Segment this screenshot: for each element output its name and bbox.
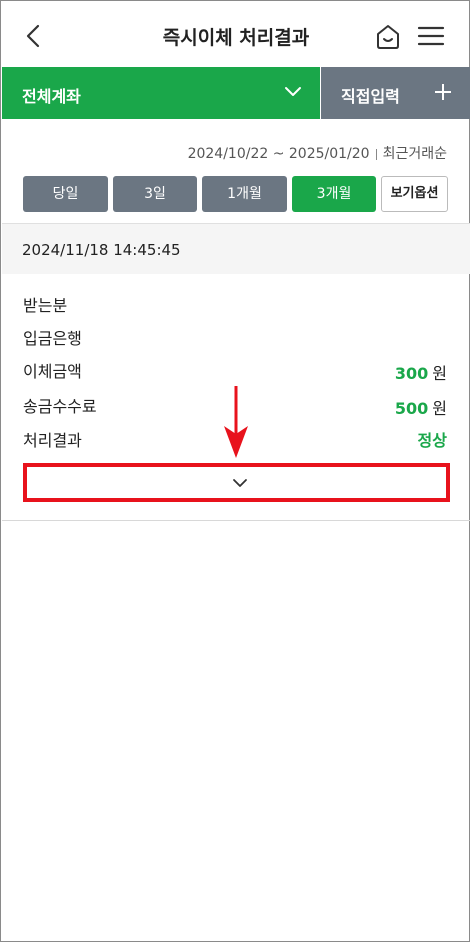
result-label: 처리결과 bbox=[23, 431, 82, 450]
plus-icon bbox=[435, 84, 451, 100]
sort-order[interactable]: 최근거래순 bbox=[383, 146, 447, 162]
transaction-datetime: 2024/11/18 14:45:45 bbox=[22, 241, 181, 259]
account-bar: 전체계좌 직접입력 bbox=[1, 67, 470, 119]
amount-number: 300 bbox=[394, 364, 429, 383]
date-range: 2024/10/22 ~ 2025/01/20 최근거래순 bbox=[188, 143, 447, 163]
recipient-label: 받는분 bbox=[23, 296, 68, 315]
header: 즉시이체 처리결과 bbox=[1, 1, 470, 67]
transaction-date-bar: 2024/11/18 14:45:45 bbox=[2, 224, 470, 274]
fee-number: 500 bbox=[394, 399, 429, 418]
home-icon[interactable] bbox=[374, 21, 402, 51]
screen-frame: 즉시이체 처리결과 전체계좌 직접입력 2024/10/22 ~ 2025/01… bbox=[0, 0, 470, 942]
amount-label: 이체금액 bbox=[23, 362, 82, 381]
amount-unit: 원 bbox=[432, 364, 447, 383]
account-select-label: 전체계좌 bbox=[22, 87, 81, 106]
menu-icon[interactable] bbox=[417, 25, 445, 47]
period-button-1month[interactable]: 1개월 bbox=[202, 176, 287, 212]
chevron-down-icon bbox=[285, 87, 301, 96]
divider bbox=[2, 520, 470, 521]
bank-label: 입금은행 bbox=[23, 329, 82, 348]
annotation-arrow-icon bbox=[224, 386, 248, 458]
period-button-today[interactable]: 당일 bbox=[23, 176, 108, 212]
view-options-button[interactable]: 보기옵션 bbox=[381, 176, 448, 212]
direct-input-label: 직접입력 bbox=[341, 87, 400, 106]
amount-value: 300 원 bbox=[395, 360, 447, 384]
result-value: 정상 bbox=[417, 431, 447, 450]
divider bbox=[375, 148, 377, 160]
period-button-3days[interactable]: 3일 bbox=[113, 176, 197, 212]
chevron-down-icon bbox=[233, 479, 247, 487]
fee-value: 500 원 bbox=[395, 395, 447, 419]
account-select[interactable]: 전체계좌 bbox=[2, 67, 320, 119]
fee-unit: 원 bbox=[432, 399, 447, 418]
direct-input-button[interactable]: 직접입력 bbox=[321, 67, 470, 119]
period-button-3months[interactable]: 3개월 bbox=[292, 176, 376, 212]
expand-details-button[interactable] bbox=[23, 463, 450, 502]
fee-label: 송금수수료 bbox=[23, 397, 97, 416]
date-range-text: 2024/10/22 ~ 2025/01/20 bbox=[187, 146, 370, 162]
